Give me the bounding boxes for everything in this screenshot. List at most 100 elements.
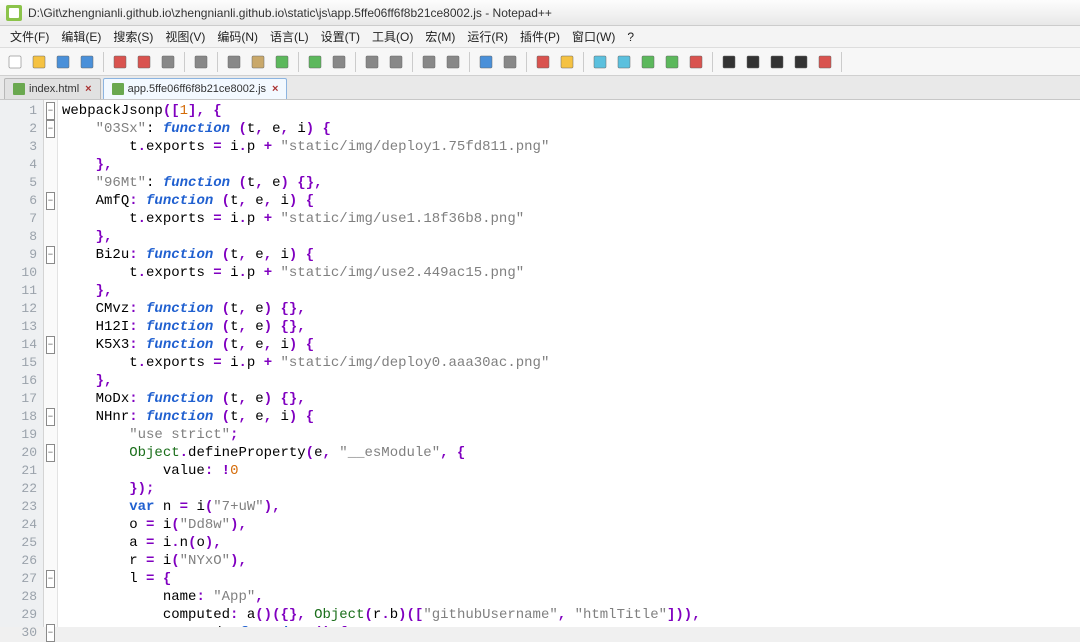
save-all-button[interactable] xyxy=(76,51,98,73)
code-line[interactable]: t.exports = i.p + "static/img/use1.18f36… xyxy=(62,210,1080,228)
fold-slot: − xyxy=(44,336,57,354)
folder-button[interactable] xyxy=(556,51,578,73)
menu-item[interactable]: 设置(T) xyxy=(315,26,366,47)
play-fast-button[interactable] xyxy=(742,51,764,73)
fold-marker-icon[interactable]: − xyxy=(46,246,55,264)
paste-button[interactable] xyxy=(247,51,269,73)
code-line[interactable]: }, xyxy=(62,156,1080,174)
code-line[interactable]: webpackJsonp([1], { xyxy=(62,102,1080,120)
hidden-button[interactable] xyxy=(499,51,521,73)
doc-button[interactable] xyxy=(589,51,611,73)
code-line[interactable]: }); xyxy=(62,480,1080,498)
code-line[interactable]: Object.defineProperty(e, "__esModule", { xyxy=(62,444,1080,462)
menu-item[interactable]: 语言(L) xyxy=(264,26,315,47)
window-title: D:\Git\zhengnianli.github.io\zhengnianli… xyxy=(28,6,552,20)
play-list-button[interactable] xyxy=(766,51,788,73)
fold-column: −−−−−−−−− xyxy=(44,100,58,627)
code-line[interactable]: t.exports = i.p + "static/img/deploy1.75… xyxy=(62,138,1080,156)
code-line[interactable]: Bi2u: function (t, e, i) { xyxy=(62,246,1080,264)
replace-button[interactable] xyxy=(361,51,383,73)
code-line[interactable]: computed: a()({}, Object(r.b)(["githubUs… xyxy=(62,606,1080,624)
func-button[interactable] xyxy=(613,51,635,73)
menu-item[interactable]: 插件(P) xyxy=(514,26,566,47)
code-line[interactable]: H12I: function (t, e) {}, xyxy=(62,318,1080,336)
line-number: 16 xyxy=(0,372,43,390)
code-line[interactable]: MoDx: function (t, e) {}, xyxy=(62,390,1080,408)
fold-slot xyxy=(44,552,57,570)
code-line[interactable]: t.exports = i.p + "static/img/deploy0.aa… xyxy=(62,354,1080,372)
fold-marker-icon[interactable]: − xyxy=(46,444,55,462)
menu-item[interactable]: 窗口(W) xyxy=(566,26,621,47)
tab-label: app.5ffe06ff6f8b21ce8002.js xyxy=(128,83,266,95)
menu-item[interactable]: ? xyxy=(621,28,640,46)
code-content[interactable]: webpackJsonp([1], { "03Sx": function (t,… xyxy=(58,100,1080,627)
play-button[interactable] xyxy=(718,51,740,73)
menu-item[interactable]: 编辑(E) xyxy=(55,26,107,47)
code-line[interactable]: "96Mt": function (t, e) {}, xyxy=(62,174,1080,192)
undo-button[interactable] xyxy=(271,51,293,73)
code-line[interactable]: r = i("NYxO"), xyxy=(62,552,1080,570)
code-line[interactable]: a = i.n(o), xyxy=(62,534,1080,552)
fold-marker-icon[interactable]: − xyxy=(46,120,55,138)
code-line[interactable]: }, xyxy=(62,372,1080,390)
menu-item[interactable]: 文件(F) xyxy=(4,26,55,47)
file-tab[interactable]: app.5ffe06ff6f8b21ce8002.js × xyxy=(103,78,288,99)
code-line[interactable]: }, xyxy=(62,282,1080,300)
fold-marker-icon[interactable]: − xyxy=(46,102,55,120)
new-button[interactable] xyxy=(4,51,26,73)
comment2-button[interactable] xyxy=(661,51,683,73)
wrap-button[interactable] xyxy=(475,51,497,73)
toolbar-separator xyxy=(184,52,185,72)
code-line[interactable]: K5X3: function (t, e, i) { xyxy=(62,336,1080,354)
menu-item[interactable]: 工具(O) xyxy=(366,26,419,47)
line-number: 4 xyxy=(0,156,43,174)
fold-slot: − xyxy=(44,570,57,588)
fold-marker-icon[interactable]: − xyxy=(46,408,55,426)
code-line[interactable]: var n = i("7+uW"), xyxy=(62,498,1080,516)
sync-button[interactable] xyxy=(442,51,464,73)
menu-item[interactable]: 编码(N) xyxy=(211,26,264,47)
line-number: 28 xyxy=(0,588,43,606)
menu-item[interactable]: 视图(V) xyxy=(159,26,211,47)
find-button[interactable] xyxy=(328,51,350,73)
play-next-button[interactable] xyxy=(790,51,812,73)
code-line[interactable]: o = i("Dd8w"), xyxy=(62,516,1080,534)
menu-item[interactable]: 搜索(S) xyxy=(107,26,159,47)
redo-button[interactable] xyxy=(304,51,326,73)
menu-item[interactable]: 宏(M) xyxy=(419,26,461,47)
print-button[interactable] xyxy=(157,51,179,73)
code-line[interactable]: "use strict"; xyxy=(62,426,1080,444)
fold-slot xyxy=(44,138,57,156)
code-line[interactable]: value: !0 xyxy=(62,462,1080,480)
indent-button[interactable] xyxy=(532,51,554,73)
copy-button[interactable] xyxy=(223,51,245,73)
spell-button[interactable] xyxy=(814,51,836,73)
menu-item[interactable]: 运行(R) xyxy=(461,26,514,47)
close-button[interactable] xyxy=(109,51,131,73)
close-icon[interactable]: × xyxy=(272,83,278,95)
code-line[interactable]: AmfQ: function (t, e, i) { xyxy=(62,192,1080,210)
open-button[interactable] xyxy=(28,51,50,73)
code-line[interactable]: "03Sx": function (t, e, i) { xyxy=(62,120,1080,138)
code-line[interactable]: l = { xyxy=(62,570,1080,588)
close-all-button[interactable] xyxy=(133,51,155,73)
code-line[interactable]: NHnr: function (t, e, i) { xyxy=(62,408,1080,426)
fold-marker-icon[interactable]: − xyxy=(46,570,55,588)
code-line[interactable]: t.exports = i.p + "static/img/use2.449ac… xyxy=(62,264,1080,282)
code-line[interactable]: CMvz: function (t, e) {}, xyxy=(62,300,1080,318)
fold-marker-icon[interactable]: − xyxy=(46,192,55,210)
line-number: 1 xyxy=(0,102,43,120)
close-icon[interactable]: × xyxy=(85,83,91,95)
code-line[interactable]: }, xyxy=(62,228,1080,246)
rec-button[interactable] xyxy=(685,51,707,73)
fold-marker-icon[interactable]: − xyxy=(46,336,55,354)
zoom-in-button[interactable] xyxy=(385,51,407,73)
line-number: 11 xyxy=(0,282,43,300)
save-button[interactable] xyxy=(52,51,74,73)
cut-button[interactable] xyxy=(190,51,212,73)
comment-button[interactable] xyxy=(637,51,659,73)
file-tab[interactable]: index.html× xyxy=(4,78,101,99)
toolbar-separator xyxy=(355,52,356,72)
zoom-out-button[interactable] xyxy=(418,51,440,73)
code-line[interactable]: name: "App", xyxy=(62,588,1080,606)
